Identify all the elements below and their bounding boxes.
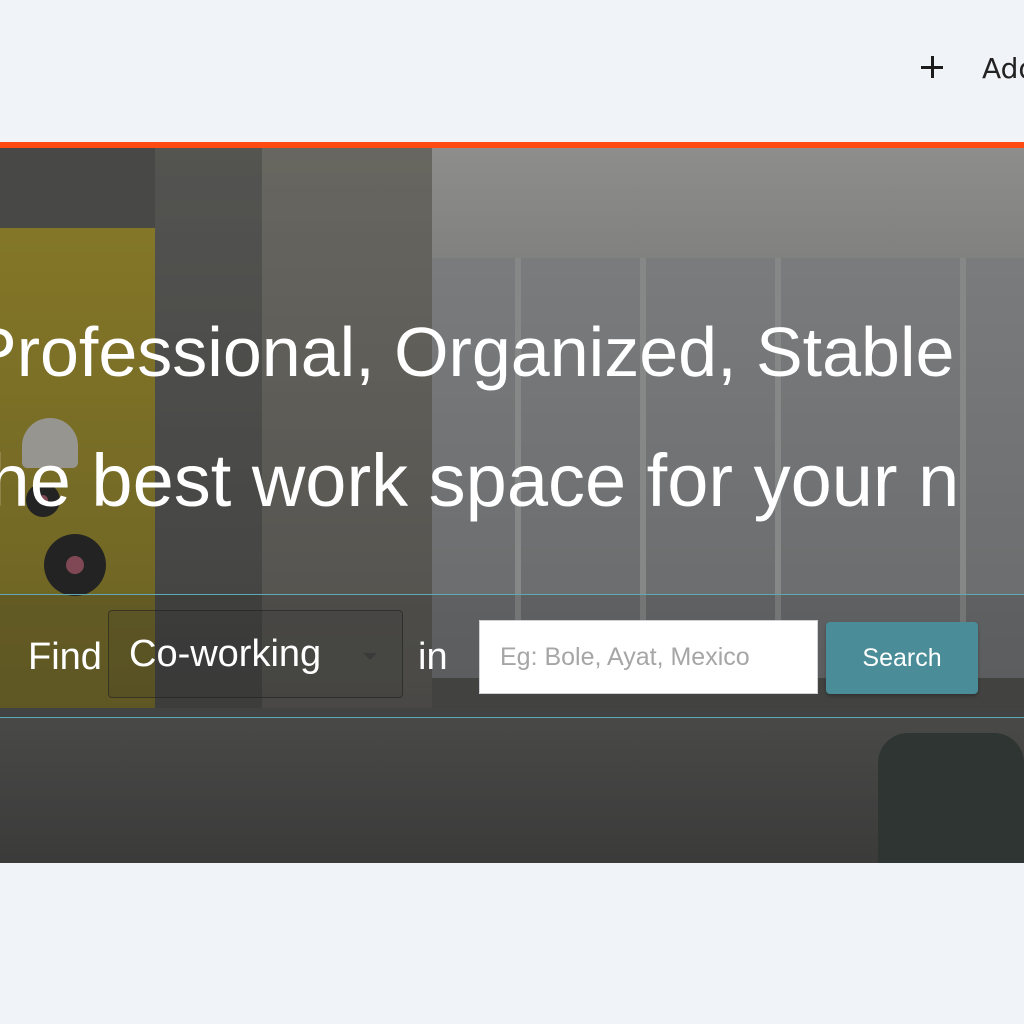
search-button[interactable]: Search [826,622,978,694]
add-listing-link[interactable]: Add [916,48,1024,88]
top-navbar: Add [0,0,1024,142]
in-label: in [418,636,448,678]
hero-headline: Professional, Organized, Stable [0,313,955,391]
find-label: Find [28,636,102,678]
location-input[interactable] [479,620,818,694]
hero-subheadline: the best work space for your n [0,439,960,522]
space-type-select[interactable]: Co-working [108,610,403,698]
hero-banner: Professional, Organized, Stable the best… [0,148,1024,863]
space-type-value: Co-working [129,633,322,675]
caret-down-icon [363,653,377,660]
plus-icon [916,51,950,85]
add-listing-label: Add [982,51,1024,85]
